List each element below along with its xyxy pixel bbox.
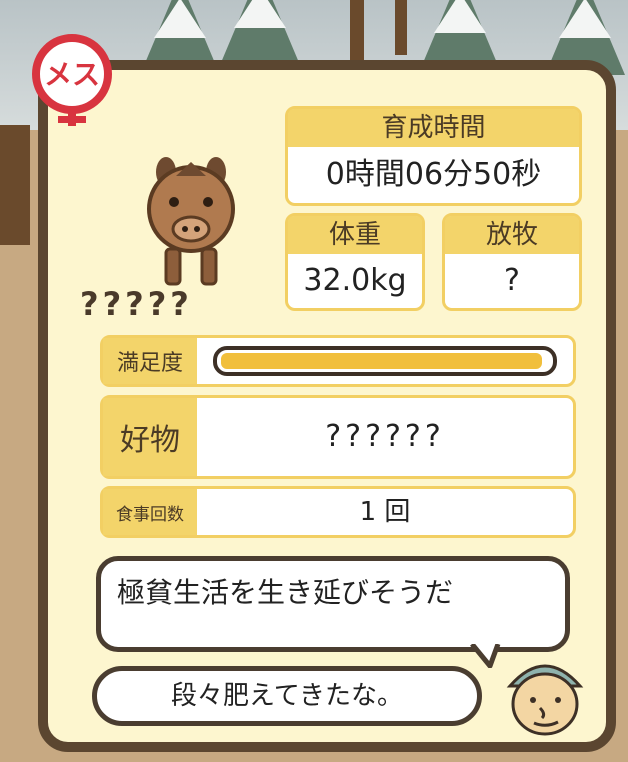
meal-count-label: 食事回数 bbox=[103, 489, 197, 535]
fence-post bbox=[0, 125, 30, 245]
female-badge: メス bbox=[24, 32, 120, 128]
release-value: ? bbox=[504, 263, 520, 298]
farmer-face-icon bbox=[506, 664, 584, 736]
satisfaction-gauge-fill bbox=[221, 353, 543, 369]
boar-name: ????? bbox=[80, 285, 193, 323]
release-box: 放牧 ? bbox=[442, 213, 582, 311]
boar-status-panel: 育成時間 0時間06分50秒 体重 32.0kg 放牧 ? 満足度 好物 ???… bbox=[38, 60, 616, 752]
breeding-time-label: 育成時間 bbox=[288, 109, 579, 147]
weight-value: 32.0kg bbox=[303, 263, 407, 298]
weight-box: 体重 32.0kg bbox=[285, 213, 425, 311]
female-symbol-icon: メス bbox=[32, 34, 112, 126]
farmer-comment-text: 段々肥えてきたな。 bbox=[171, 681, 403, 711]
wooden-pole bbox=[350, 0, 364, 60]
status-message-bubble: 極貧生活を生き延びそうだ bbox=[96, 556, 570, 652]
satisfaction-gauge bbox=[213, 346, 557, 376]
farmer-comment-bubble: 段々肥えてきたな。 bbox=[92, 666, 482, 726]
favorite-food-row: 好物 ?????? bbox=[100, 395, 576, 479]
favorite-food-label: 好物 bbox=[103, 398, 197, 476]
release-label: 放牧 bbox=[445, 216, 579, 254]
wooden-pole bbox=[395, 0, 407, 55]
satisfaction-label: 満足度 bbox=[103, 338, 197, 384]
weight-label: 体重 bbox=[288, 216, 422, 254]
favorite-food-value: ?????? bbox=[325, 419, 445, 454]
boar-icon bbox=[147, 157, 235, 286]
meal-count-row: 食事回数 1 回 bbox=[100, 486, 576, 538]
breeding-time-box: 育成時間 0時間06分50秒 bbox=[285, 106, 582, 206]
breeding-time-value: 0時間06分50秒 bbox=[325, 157, 542, 192]
status-message-text: 極貧生活を生き延びそうだ bbox=[117, 576, 454, 609]
satisfaction-row: 満足度 bbox=[100, 335, 576, 387]
meal-count-value: 1 回 bbox=[359, 497, 411, 527]
female-badge-text: メス bbox=[44, 58, 100, 91]
snowy-tree bbox=[220, 0, 300, 65]
